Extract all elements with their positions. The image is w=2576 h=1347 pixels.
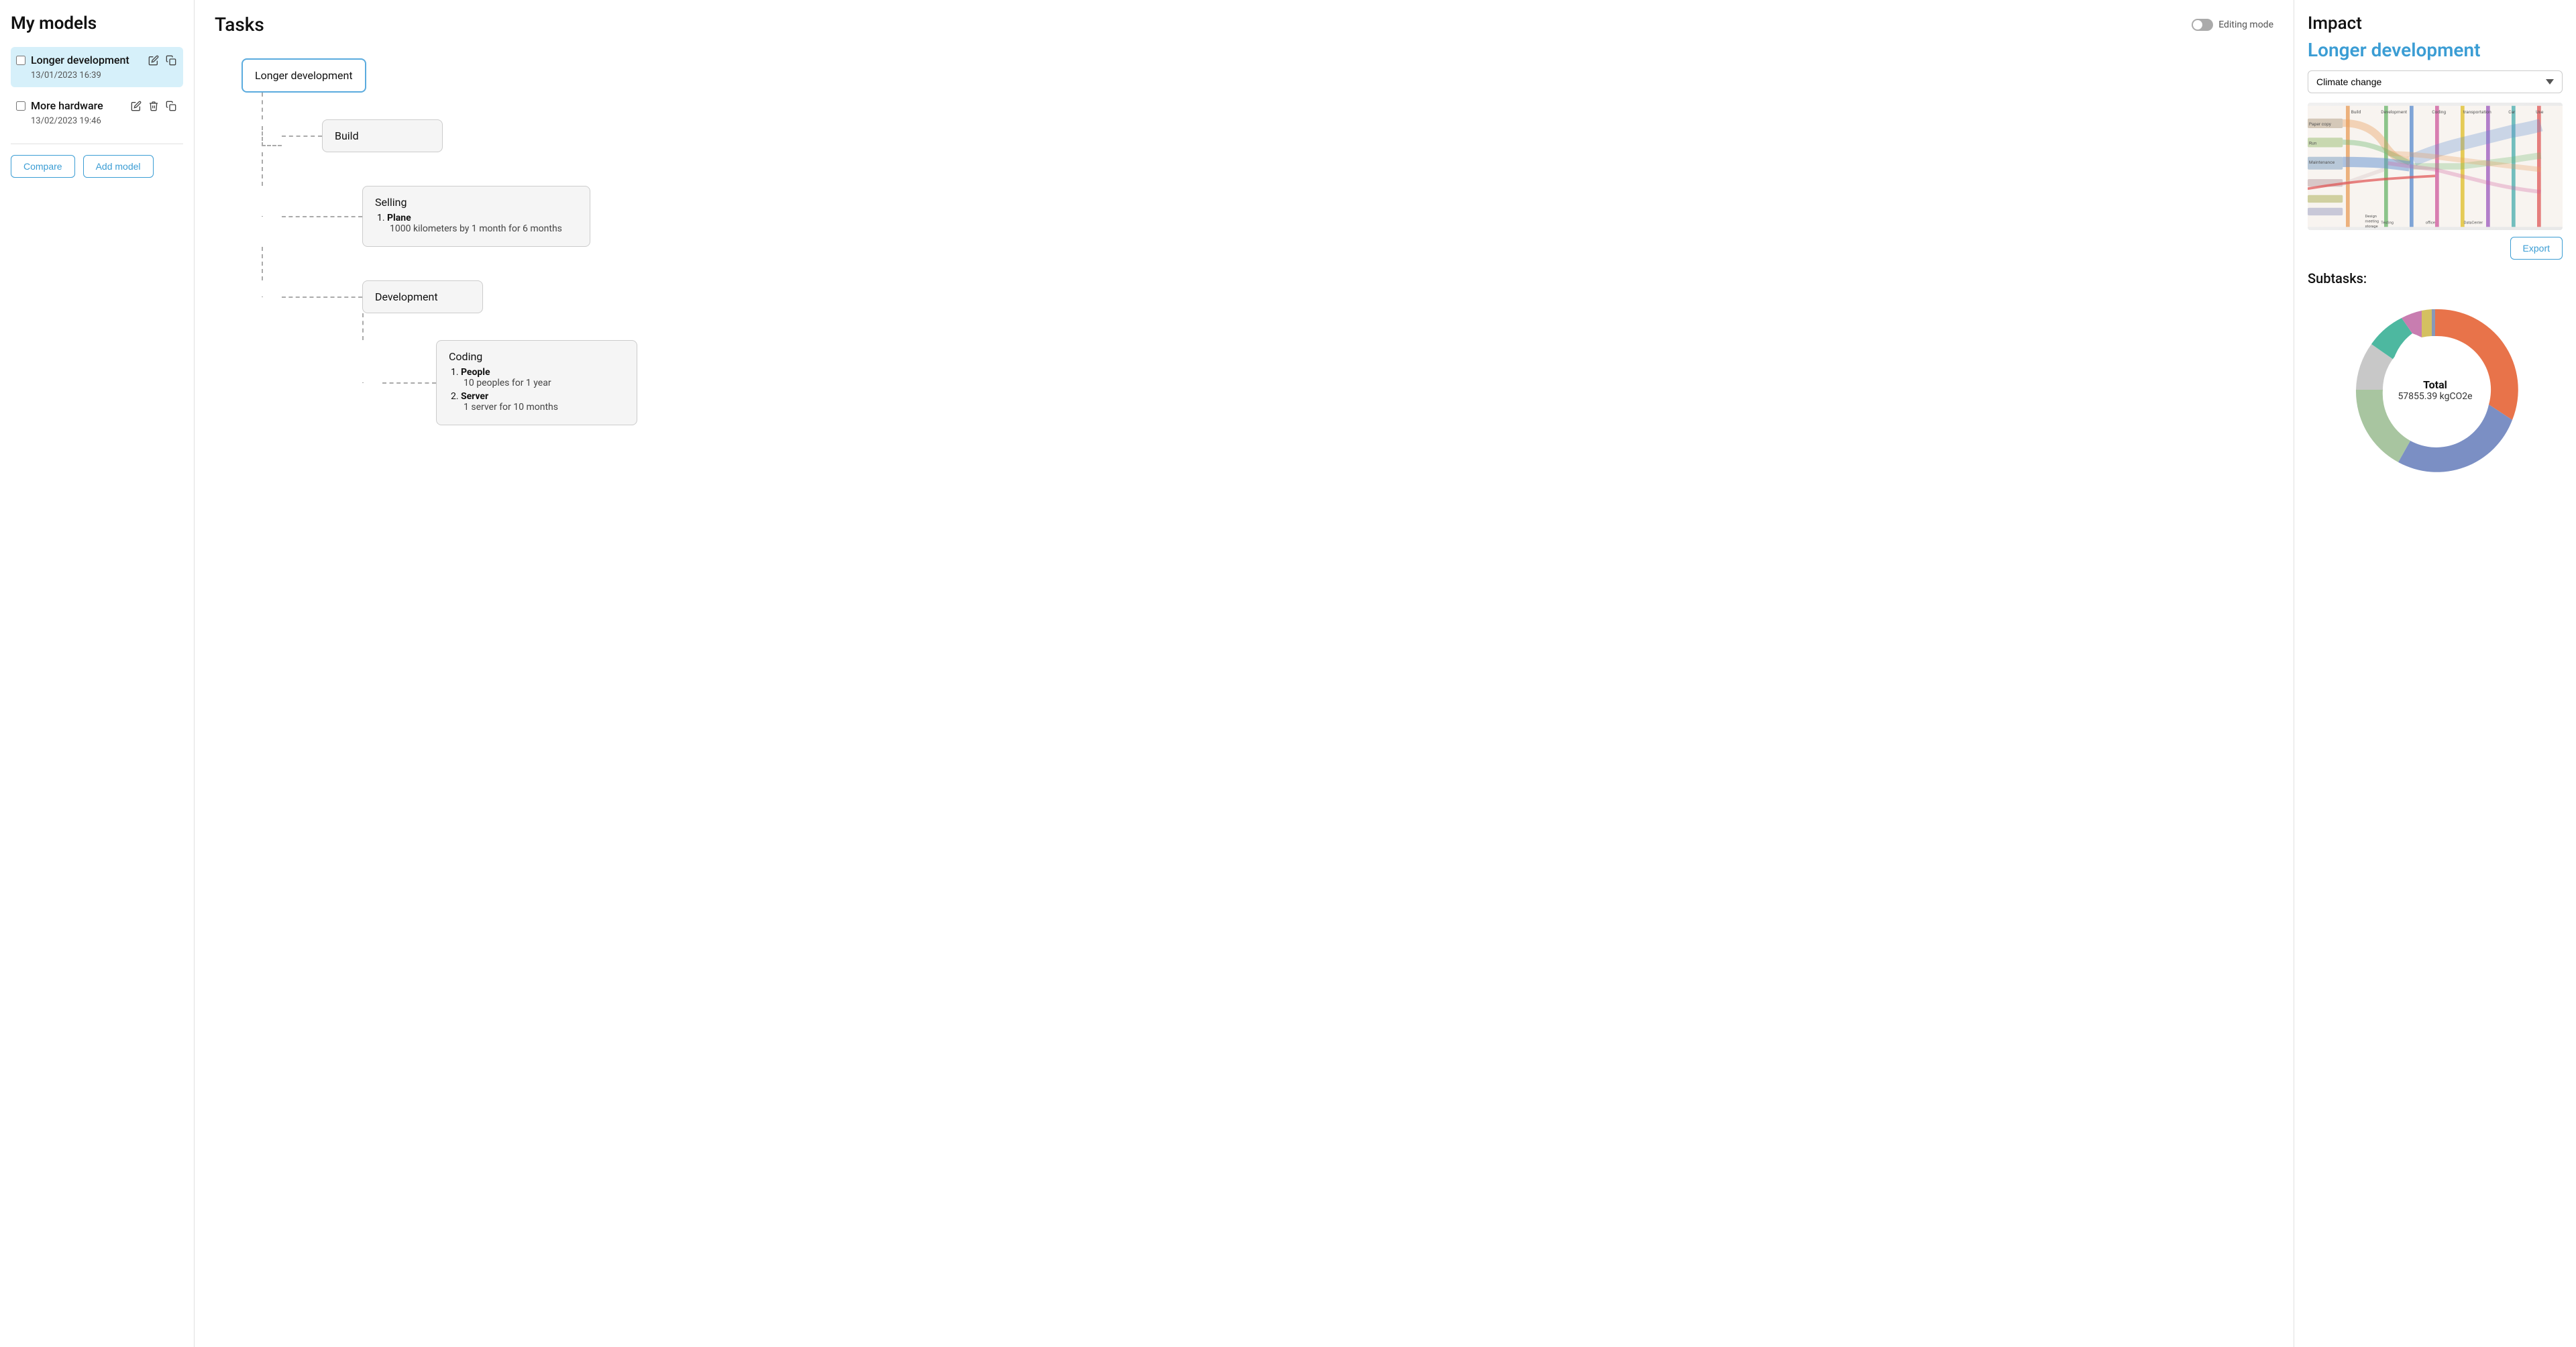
sidebar: My models Longer development (0, 0, 195, 1347)
selling-stub (262, 216, 282, 217)
build-branch: Build (241, 119, 637, 186)
build-h-line (282, 136, 322, 137)
sidebar-title: My models (11, 13, 183, 34)
task-development-box[interactable]: Development (362, 280, 483, 313)
svg-text:Run: Run (2309, 141, 2317, 146)
editing-mode-label: Editing mode (2218, 19, 2273, 30)
task-selling-box[interactable]: Selling Plane 1000 kilometers by 1 month… (362, 186, 590, 247)
task-coding-box[interactable]: Coding People 10 peoples for 1 year Serv… (436, 340, 637, 425)
svg-text:Coding: Coding (2432, 109, 2446, 115)
svg-text:office: office (2426, 221, 2435, 225)
editing-mode-toggle[interactable]: Editing mode (2192, 19, 2273, 31)
model-actions-longer (147, 54, 178, 67)
svg-text:storage: storage (2365, 225, 2378, 229)
selling-list-item-1: Plane 1000 kilometers by 1 month for 6 m… (387, 213, 578, 234)
svg-text:transportation: transportation (2463, 109, 2491, 115)
model-checkbox-hardware[interactable] (16, 101, 25, 111)
coding-task-list: People 10 peoples for 1 year Server 1 se… (449, 367, 625, 413)
model-name-hardware: More hardware (31, 99, 103, 113)
coding-item-2-bold: Server (461, 391, 488, 402)
copy-button-longer[interactable] (164, 54, 178, 67)
coding-item-2-detail: 1 server for 10 months (464, 402, 625, 413)
center-title: Tasks (215, 13, 264, 36)
coding-stub (362, 382, 382, 383)
subtasks-title: Subtasks: (2308, 270, 2563, 286)
toggle-switch[interactable] (2192, 19, 2213, 31)
selling-below-line (262, 247, 637, 280)
svg-text:Use: Use (2536, 109, 2544, 115)
add-model-button[interactable]: Add model (83, 155, 154, 178)
development-branch: Development (241, 280, 637, 425)
task-coding-title: Coding (449, 350, 625, 363)
model-actions-hardware (129, 99, 178, 113)
model-item-more-hardware[interactable]: More hardware (11, 93, 183, 133)
svg-text:Maintenance: Maintenance (2309, 160, 2335, 165)
svg-text:Development: Development (2381, 109, 2407, 115)
coding-list-item-2: Server 1 server for 10 months (461, 391, 625, 413)
svg-text:DataCenter: DataCenter (2464, 221, 2483, 225)
sidebar-buttons: Compare Add model (11, 155, 183, 178)
sankey-chart: Build Development Coding transportation … (2308, 103, 2563, 230)
task-build-title: Build (335, 129, 430, 142)
svg-text:meeting: meeting (2365, 220, 2379, 224)
task-root-title: Longer development (255, 69, 353, 82)
compare-button[interactable]: Compare (11, 155, 75, 178)
right-panel: Impact Longer development Climate change… (2294, 0, 2576, 1347)
export-row: Export (2308, 237, 2563, 260)
selling-item-1-detail: 1000 kilometers by 1 month for 6 months (390, 223, 578, 234)
root-v-line (262, 93, 263, 119)
climate-dropdown[interactable]: Climate change Water use Land use (2308, 70, 2563, 93)
model-checkbox-longer[interactable] (16, 56, 25, 65)
edit-button-hardware[interactable] (129, 99, 143, 113)
model-item-longer-development[interactable]: Longer development 13/01/2023 16:39 (11, 47, 183, 87)
svg-text:Testing: Testing (2381, 221, 2394, 225)
edit-button-longer[interactable] (147, 54, 160, 67)
build-h-connector (262, 126, 282, 146)
coding-v-line (362, 313, 382, 340)
export-button[interactable]: Export (2510, 237, 2563, 260)
dev-h-line (282, 297, 362, 298)
coding-branch: Coding People 10 peoples for 1 year Serv… (241, 313, 637, 425)
task-build-box[interactable]: Build (322, 119, 443, 152)
selling-item-1-bold: Plane (387, 213, 411, 223)
delete-button-hardware[interactable] (147, 99, 160, 113)
coding-h-line (382, 382, 436, 384)
selling-branch: Selling Plane 1000 kilometers by 1 month… (241, 186, 637, 280)
task-root-box[interactable]: Longer development (241, 58, 366, 93)
coding-list-item-1: People 10 peoples for 1 year (461, 367, 625, 388)
center-panel: Tasks Editing mode Longer development (195, 0, 2294, 1347)
coding-item-1-bold: People (461, 367, 490, 378)
donut-chart-container: Total 57855.39 kgCO2e (2308, 296, 2563, 484)
svg-text:Car: Car (2508, 109, 2516, 115)
build-below-line (262, 152, 637, 186)
copy-button-hardware[interactable] (164, 99, 178, 113)
impact-title: Impact (2308, 13, 2563, 34)
task-development-title: Development (375, 290, 470, 303)
svg-text:Design: Design (2365, 215, 2377, 219)
center-header: Tasks Editing mode (215, 13, 2273, 36)
selling-h-line (282, 216, 362, 217)
task-tree: Longer development Build (215, 52, 2273, 432)
model-date-longer: 13/01/2023 16:39 (31, 70, 178, 80)
svg-text:Build: Build (2351, 109, 2361, 115)
selling-task-list: Plane 1000 kilometers by 1 month for 6 m… (375, 213, 578, 234)
svg-text:Paper copy: Paper copy (2309, 121, 2332, 127)
level1-container: Build Selling Plane (241, 119, 637, 425)
impact-model-name: Longer development (2308, 39, 2563, 61)
coding-item-1-detail: 10 peoples for 1 year (464, 378, 625, 388)
model-date-hardware: 13/02/2023 19:46 (31, 116, 178, 126)
task-selling-title: Selling (375, 196, 578, 209)
model-name-longer: Longer development (31, 54, 129, 68)
donut-chart (2341, 296, 2529, 484)
